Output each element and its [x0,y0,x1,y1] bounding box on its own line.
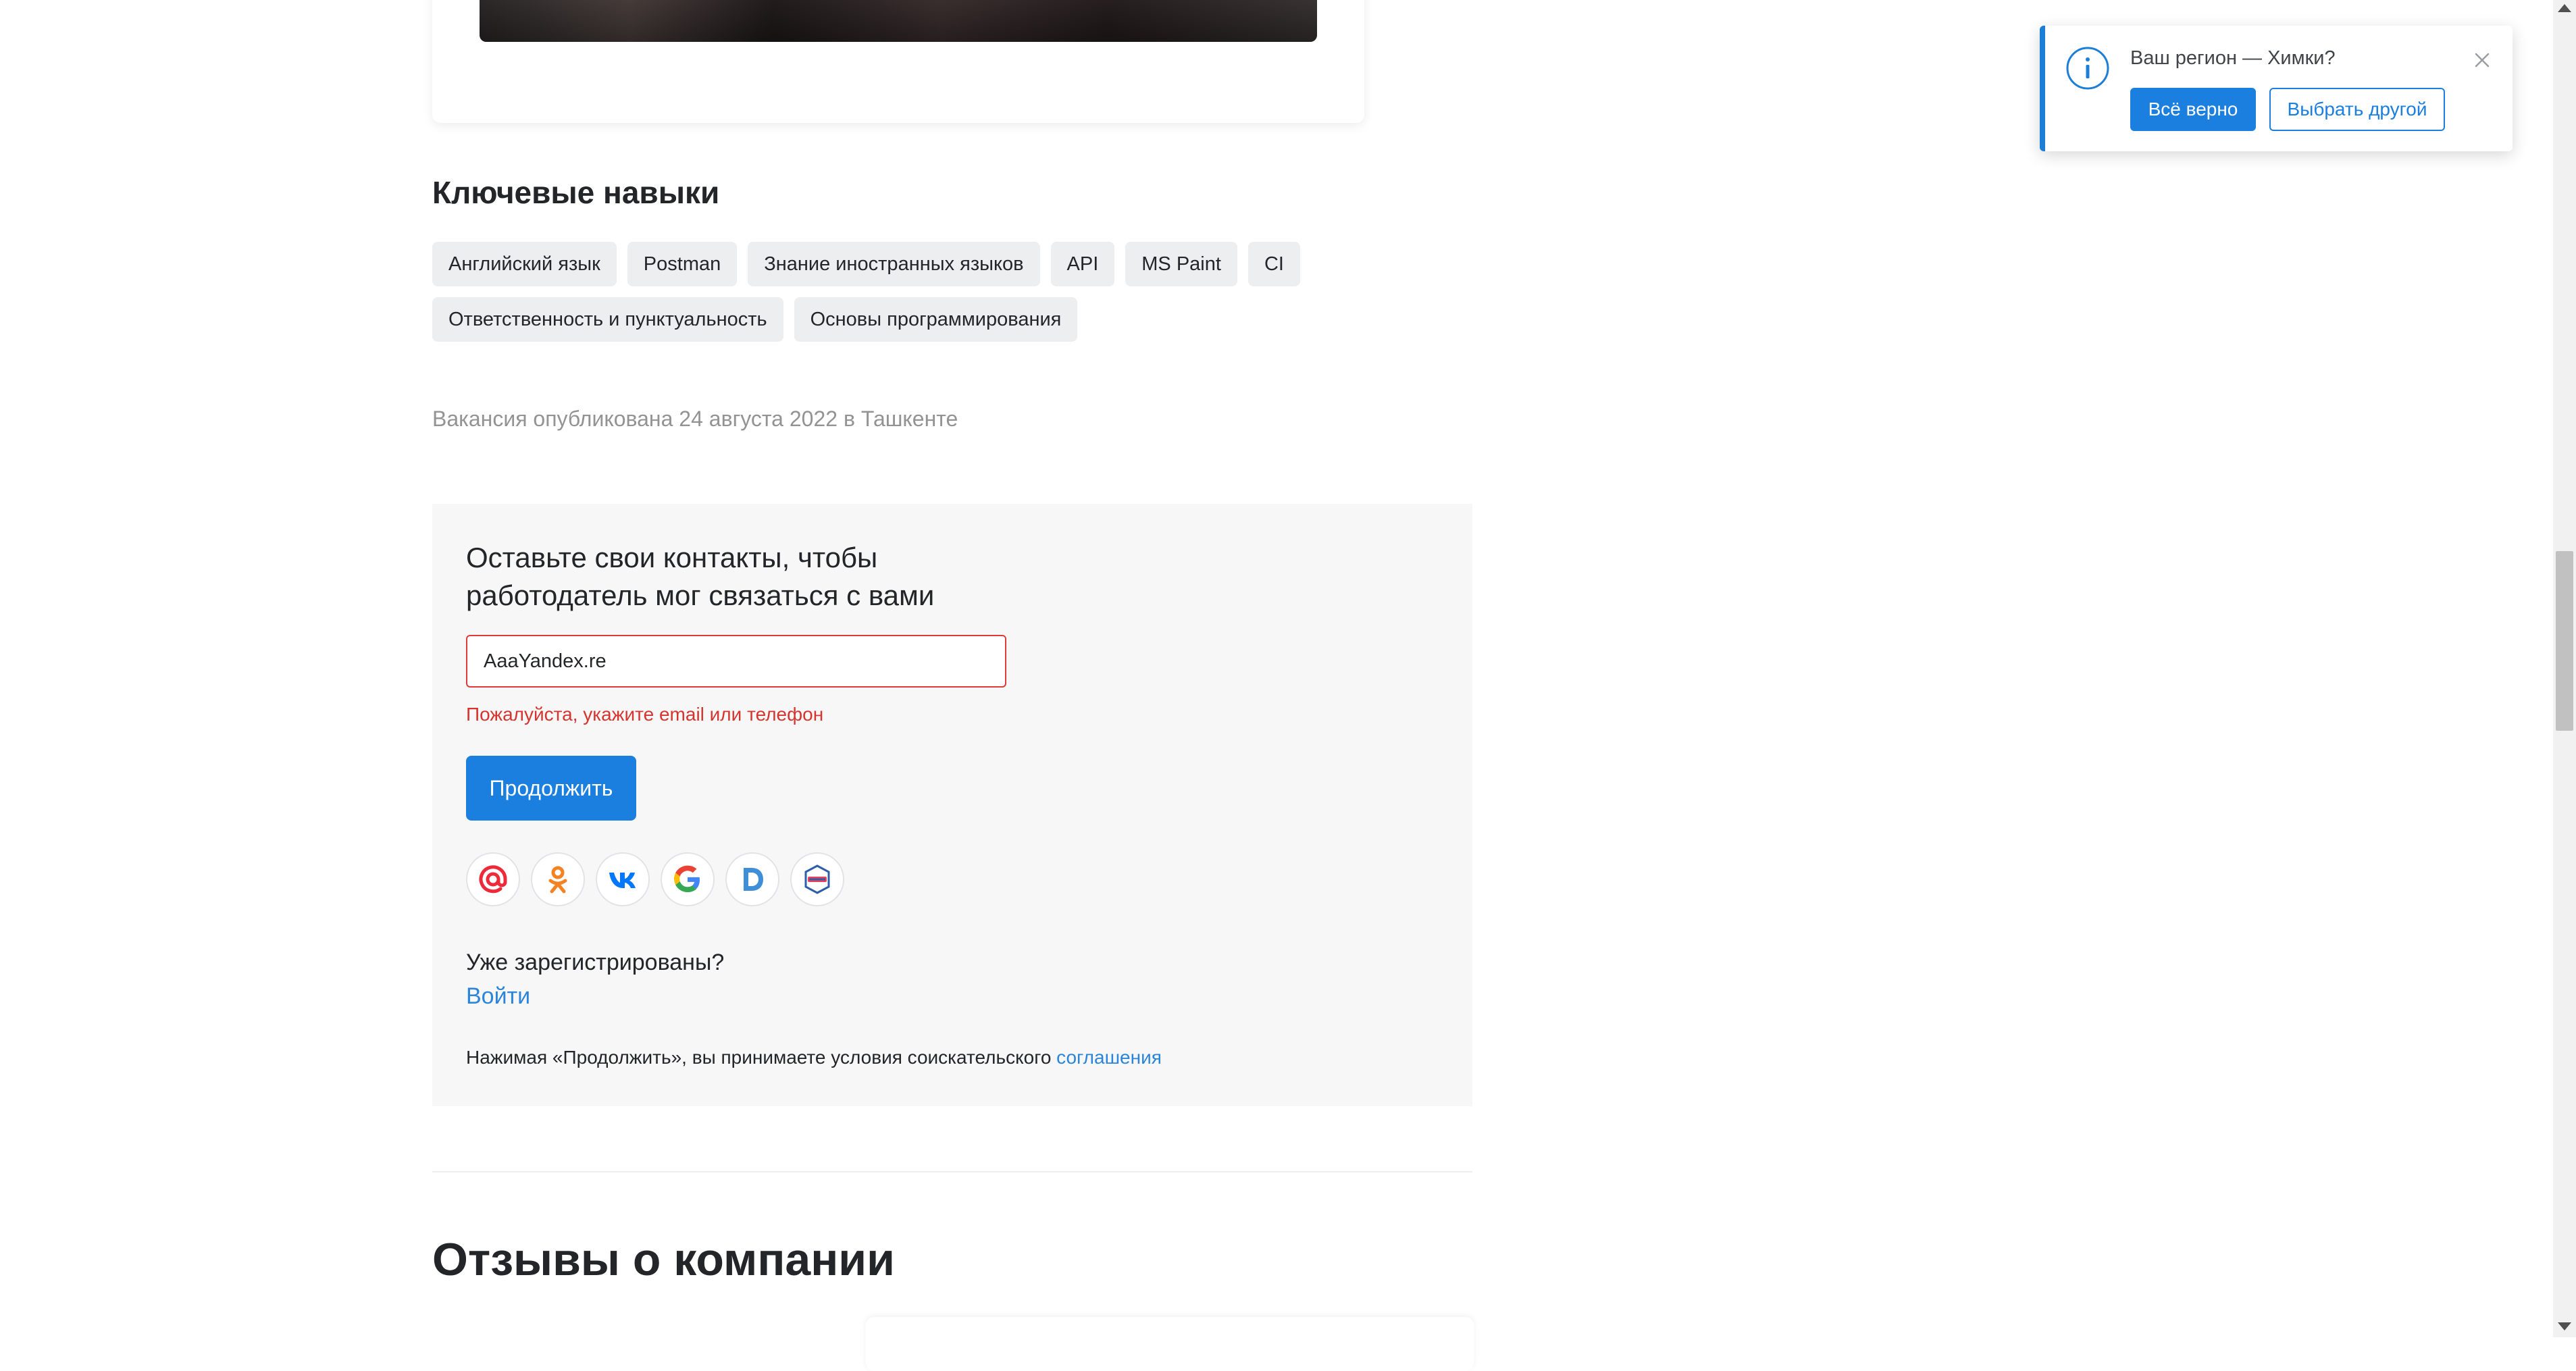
mail-ru-login-button[interactable] [466,852,520,906]
gosuslugi-icon [804,864,830,894]
scroll-up-arrow-icon[interactable] [2558,4,2571,12]
region-question: Ваш регион — Химки? [2130,47,2336,69]
odnoklassniki-icon [548,866,567,894]
skill-tag: Postman [627,242,738,286]
d-icon [744,868,763,891]
review-card [866,1317,1474,1371]
reviews-title: Отзывы о компании [432,1234,895,1285]
already-registered-text: Уже зарегистрированы? [466,950,725,975]
skill-tag: Английский язык [432,242,617,286]
contact-error-message: Пожалуйста, укажите email или телефон [466,704,824,725]
skill-tag: Ответственность и пунктуальность [432,297,783,342]
section-divider [432,1171,1472,1172]
odnoklassniki-login-button[interactable] [531,852,585,906]
vk-icon [609,873,636,888]
contact-form-title: Оставьте свои контакты, чтобы работодате… [466,539,1006,615]
scroll-down-arrow-icon[interactable] [2558,1322,2571,1330]
vk-login-button[interactable] [596,852,650,906]
skills-title: Ключевые навыки [432,175,720,210]
google-login-button[interactable] [661,852,715,906]
info-icon [2066,47,2109,90]
skill-tag: Основы программирования [794,297,1078,342]
contact-form-title-line: работодатель мог связаться с вами [466,579,935,611]
skill-tag: CI [1247,242,1300,286]
social-login-list [466,852,844,906]
region-confirm-button[interactable]: Всё верно [2130,88,2256,131]
contact-form-title-line: Оставьте свои контакты, чтобы [466,542,878,573]
continue-button[interactable]: Продолжить [466,756,636,821]
skill-tag: API [1050,242,1115,286]
login-link[interactable]: Войти [466,983,530,1010]
region-popup: Ваш регион — Химки? Всё верно Выбрать др… [2040,26,2513,151]
published-date: Вакансия опубликована 24 августа 2022 в … [432,407,958,431]
region-popup-accent [2040,26,2045,151]
skills-list: Английский язык Postman Знание иностранн… [432,242,1310,342]
region-choose-other-button[interactable]: Выбрать другой [2269,88,2445,131]
gosuslugi-login-button[interactable] [790,852,844,906]
skill-tag: MS Paint [1125,242,1237,286]
office-photo [480,0,1317,42]
skill-tag: Знание иностранных языков [748,242,1040,286]
d-login-button[interactable] [725,852,779,906]
agreement-link[interactable]: соглашения [1056,1047,1162,1068]
google-icon [674,865,700,892]
contact-input[interactable] [466,635,1006,688]
close-icon[interactable] [2472,50,2492,70]
agreement-note: Нажимая «Продолжить», вы принимаете усло… [466,1047,1162,1068]
scrollbar-thumb[interactable] [2556,551,2573,731]
mail-ru-icon [479,865,507,894]
agreement-text: Нажимая «Продолжить», вы принимаете усло… [466,1047,1057,1068]
